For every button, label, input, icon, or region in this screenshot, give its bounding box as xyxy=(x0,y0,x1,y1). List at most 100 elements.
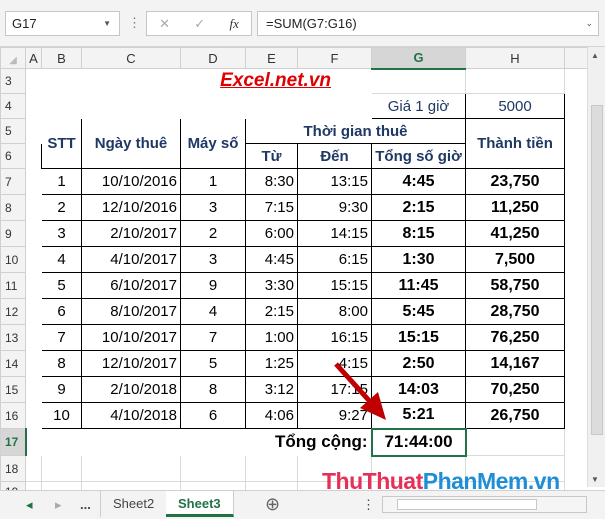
price-label-cell[interactable]: Giá 1 giờ xyxy=(371,93,466,119)
row-header[interactable]: 17 xyxy=(0,428,27,456)
to-cell[interactable]: 9:30 xyxy=(297,194,372,221)
date-cell[interactable]: 6/10/2017 xyxy=(81,272,181,299)
amount-cell[interactable]: 58,750 xyxy=(465,272,565,299)
to-cell[interactable]: 6:15 xyxy=(297,246,372,273)
insert-function-icon[interactable]: fx xyxy=(229,16,238,32)
row-header[interactable]: 11 xyxy=(0,272,26,299)
cell[interactable] xyxy=(565,456,588,482)
cell[interactable] xyxy=(26,299,42,325)
scroll-up-icon[interactable]: ▲ xyxy=(591,51,599,60)
date-cell[interactable]: 2/10/2017 xyxy=(81,220,181,247)
row-header[interactable]: 8 xyxy=(0,194,26,221)
cell[interactable] xyxy=(565,195,588,221)
hscroll-thumb[interactable] xyxy=(397,499,537,510)
row-header[interactable]: 12 xyxy=(0,298,26,325)
cell[interactable] xyxy=(26,144,42,169)
header-date[interactable]: Ngày thuê xyxy=(81,118,181,169)
cell[interactable] xyxy=(565,119,588,144)
amount-cell[interactable]: 11,250 xyxy=(465,194,565,221)
stt-cell[interactable]: 7 xyxy=(41,324,82,351)
cell[interactable] xyxy=(565,325,588,351)
row-header[interactable]: 6 xyxy=(0,143,26,169)
amount-cell[interactable]: 7,500 xyxy=(465,246,565,273)
machine-cell[interactable]: 3 xyxy=(180,194,246,221)
chevron-down-icon[interactable]: ▼ xyxy=(103,19,111,28)
row-header[interactable]: 4 xyxy=(0,93,26,119)
header-machine[interactable]: Máy số xyxy=(180,118,246,169)
row-header[interactable]: 9 xyxy=(0,220,26,247)
machine-cell[interactable]: 9 xyxy=(180,272,246,299)
header-total-hours[interactable]: Tổng số giờ xyxy=(371,143,466,169)
row-header[interactable]: 5 xyxy=(0,118,26,144)
horizontal-scrollbar[interactable] xyxy=(382,496,587,513)
to-cell[interactable]: 16:15 xyxy=(297,324,372,351)
cell[interactable] xyxy=(565,221,588,247)
cell[interactable] xyxy=(465,68,565,94)
cell[interactable] xyxy=(26,403,42,429)
column-header-e[interactable]: E xyxy=(245,47,298,69)
column-header-c[interactable]: C xyxy=(81,47,181,69)
row-header[interactable]: 18 xyxy=(0,455,26,482)
cell[interactable] xyxy=(81,455,181,482)
cell[interactable] xyxy=(26,221,42,247)
cell[interactable] xyxy=(565,247,588,273)
add-sheet-icon[interactable]: ⊕ xyxy=(265,494,280,515)
from-cell[interactable]: 6:00 xyxy=(245,220,298,247)
name-box[interactable]: G17 ▼ xyxy=(5,11,120,36)
cell[interactable] xyxy=(26,247,42,273)
row-header[interactable]: 3 xyxy=(0,68,26,94)
cell[interactable] xyxy=(565,403,588,429)
tab-sheet3[interactable]: Sheet3 xyxy=(166,491,234,517)
amount-cell[interactable]: 41,250 xyxy=(465,220,565,247)
cell[interactable] xyxy=(26,94,372,119)
row-header[interactable]: 15 xyxy=(0,376,26,403)
stt-cell[interactable]: 2 xyxy=(41,194,82,221)
stt-cell[interactable]: 6 xyxy=(41,298,82,325)
stt-cell[interactable]: 10 xyxy=(41,402,82,429)
row-header[interactable]: 10 xyxy=(0,246,26,273)
date-cell[interactable]: 10/10/2016 xyxy=(81,168,181,195)
from-cell[interactable]: 1:25 xyxy=(245,350,298,377)
column-header-f[interactable]: F xyxy=(297,47,372,69)
cell[interactable] xyxy=(245,455,298,482)
next-sheet-icon[interactable]: ▸ xyxy=(55,497,62,513)
column-header-g[interactable]: G xyxy=(371,47,466,70)
machine-cell[interactable]: 5 xyxy=(180,350,246,377)
stt-cell[interactable]: 1 xyxy=(41,168,82,195)
machine-cell[interactable]: 7 xyxy=(180,324,246,351)
cell[interactable] xyxy=(26,377,42,403)
total-hours-cell[interactable]: 1:30 xyxy=(371,246,466,273)
cell[interactable] xyxy=(25,455,42,482)
header-to[interactable]: Đến xyxy=(297,143,372,169)
date-cell[interactable]: 12/10/2016 xyxy=(81,194,181,221)
vertical-scrollbar[interactable]: ▲ ▼ xyxy=(587,47,605,487)
from-cell[interactable]: 2:15 xyxy=(245,298,298,325)
from-cell[interactable]: 4:06 xyxy=(245,402,298,429)
machine-cell[interactable]: 1 xyxy=(180,168,246,195)
column-header-a[interactable]: A xyxy=(25,47,42,69)
date-cell[interactable]: 4/10/2018 xyxy=(81,402,181,429)
row-header[interactable]: 16 xyxy=(0,402,26,429)
total-hours-cell[interactable]: 2:15 xyxy=(371,194,466,221)
cell[interactable] xyxy=(565,377,588,403)
machine-cell[interactable]: 4 xyxy=(180,298,246,325)
prev-sheet-icon[interactable]: ◂ xyxy=(26,497,33,513)
from-cell[interactable]: 8:30 xyxy=(245,168,298,195)
date-cell[interactable]: 4/10/2017 xyxy=(81,246,181,273)
cell[interactable] xyxy=(26,169,42,195)
cell[interactable] xyxy=(180,455,246,482)
stt-cell[interactable]: 5 xyxy=(41,272,82,299)
machine-cell[interactable]: 6 xyxy=(180,402,246,429)
stt-cell[interactable]: 8 xyxy=(41,350,82,377)
total-hours-cell[interactable]: 4:45 xyxy=(371,168,466,195)
machine-cell[interactable]: 3 xyxy=(180,246,246,273)
machine-cell[interactable]: 2 xyxy=(180,220,246,247)
more-sheets-button[interactable]: ... xyxy=(80,497,91,512)
date-cell[interactable]: 10/10/2017 xyxy=(81,324,181,351)
stt-cell[interactable]: 3 xyxy=(41,220,82,247)
header-amount[interactable]: Thành tiền xyxy=(465,118,565,169)
splitter-icon[interactable]: ⋮ xyxy=(362,497,375,513)
from-cell[interactable]: 3:30 xyxy=(245,272,298,299)
to-cell[interactable]: 13:15 xyxy=(297,168,372,195)
total-hours-cell[interactable]: 5:45 xyxy=(371,298,466,325)
